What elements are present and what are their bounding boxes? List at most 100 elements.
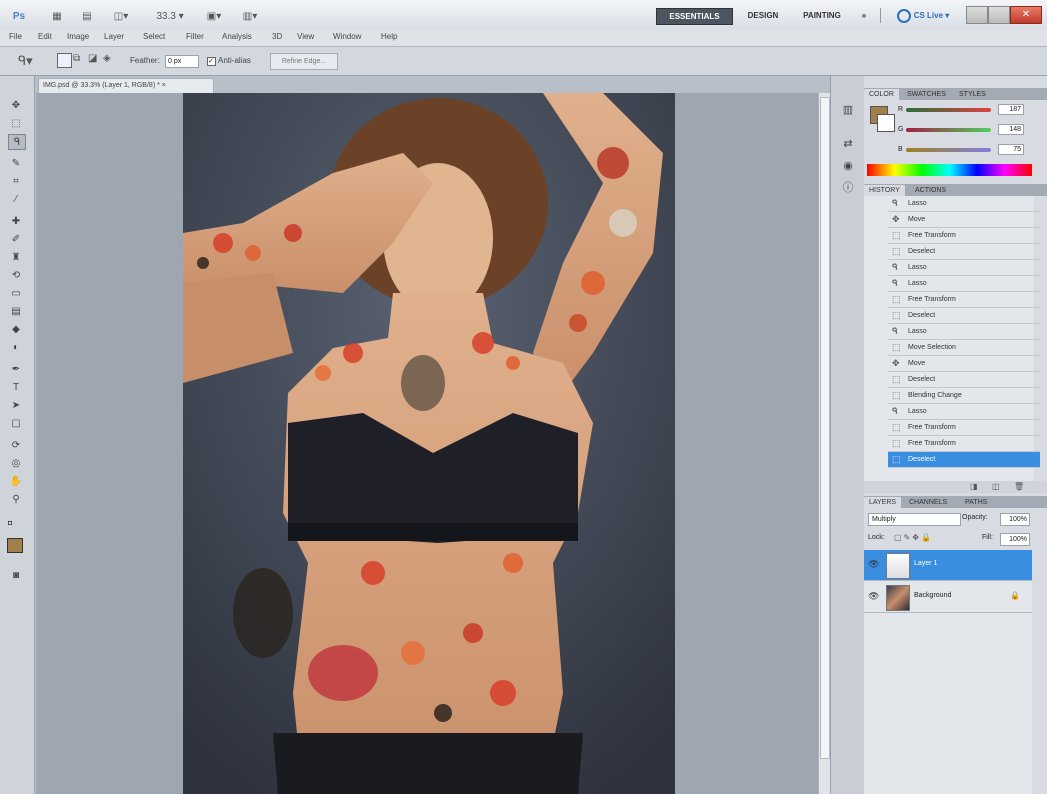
history-item[interactable]: ✥ Move: [888, 356, 1040, 372]
menu-help[interactable]: Help: [381, 32, 397, 41]
visibility-eye-icon[interactable]: 👁: [868, 559, 879, 570]
menu-filter[interactable]: Filter: [186, 32, 204, 41]
masks-icon[interactable]: ◉: [840, 158, 856, 172]
history-item[interactable]: ⬚ Free Transform: [888, 420, 1040, 436]
history-item[interactable]: ⬚ Free Transform: [888, 228, 1040, 244]
history-brush-tool-icon[interactable]: ⟲: [8, 268, 24, 282]
history-item[interactable]: ⬚ Deselect: [888, 372, 1040, 388]
menu-view[interactable]: View: [297, 32, 314, 41]
history-item[interactable]: ⬚ Free Transform: [888, 436, 1040, 452]
brush-tool-icon[interactable]: ✐: [8, 232, 24, 246]
history-item[interactable]: ✥ Move: [888, 212, 1040, 228]
shape-tool-icon[interactable]: ▢: [8, 416, 24, 430]
info-icon[interactable]: ⓘ: [840, 180, 856, 194]
color-background-swatch[interactable]: [877, 114, 895, 132]
create-document-icon[interactable]: ◫: [992, 482, 1000, 491]
b-slider[interactable]: [906, 148, 991, 152]
menu-layer[interactable]: Layer: [104, 32, 124, 41]
history-item[interactable]: ⬚ Free Transform: [888, 292, 1040, 308]
tab-history[interactable]: HISTORY: [864, 185, 905, 196]
foreground-color-swatch[interactable]: [7, 538, 23, 553]
menu-window[interactable]: Window: [333, 32, 361, 41]
history-item[interactable]: ᑫ Lasso: [888, 276, 1040, 292]
adjustments-icon[interactable]: ⇄: [840, 136, 856, 150]
history-item[interactable]: ᑫ Lasso: [888, 196, 1040, 212]
more-workspaces-button[interactable]: »: [858, 8, 870, 23]
eyedropper-tool-icon[interactable]: ⁄: [8, 192, 24, 206]
menu-image[interactable]: Image: [67, 32, 89, 41]
intersect-selection-icon[interactable]: ◈: [103, 53, 111, 64]
crop-tool-icon[interactable]: ⌗: [8, 174, 24, 188]
tab-actions[interactable]: ACTIONS: [910, 185, 951, 196]
type-tool-icon[interactable]: T: [8, 380, 24, 394]
history-item-selected[interactable]: ⬚ Deselect: [888, 452, 1040, 468]
history-item[interactable]: ⬚ Deselect: [888, 308, 1040, 324]
tab-paths[interactable]: PATHS: [960, 497, 992, 508]
history-item[interactable]: ⬚ Move Selection: [888, 340, 1040, 356]
lasso-tool-icon[interactable]: ᑫ: [8, 134, 26, 150]
gradient-tool-icon[interactable]: ▤: [8, 304, 24, 318]
add-to-selection-icon[interactable]: ⧉: [73, 53, 80, 64]
document-image[interactable]: [183, 93, 675, 794]
workspace-painting[interactable]: PAINTING: [794, 8, 850, 23]
history-item[interactable]: ᑫ Lasso: [888, 324, 1040, 340]
move-tool-icon[interactable]: ✥: [8, 98, 24, 112]
fill-input[interactable]: 100%: [1000, 533, 1030, 546]
minimize-button[interactable]: [966, 6, 988, 24]
subtract-from-selection-icon[interactable]: ◪: [88, 53, 97, 64]
r-slider[interactable]: [906, 108, 991, 112]
layer-row-background[interactable]: 👁 Background 🔒: [864, 582, 1032, 613]
screen-mode-icon[interactable]: ▥▾: [236, 7, 264, 25]
dodge-tool-icon[interactable]: ◐: [8, 340, 24, 354]
history-item[interactable]: ⬚ Blending Change: [888, 388, 1040, 404]
histogram-icon[interactable]: ▥: [840, 102, 856, 116]
quick-mask-icon[interactable]: ◙: [8, 568, 24, 582]
menu-3d[interactable]: 3D: [272, 32, 282, 41]
feather-input[interactable]: 0 px: [165, 55, 199, 68]
menu-analysis[interactable]: Analysis: [222, 32, 252, 41]
new-snapshot-icon[interactable]: ◨: [970, 482, 978, 491]
lasso-tool-preset-icon[interactable]: ᑫ▾: [18, 53, 33, 69]
path-selection-tool-icon[interactable]: ➤: [8, 398, 24, 412]
scrollbar-thumb[interactable]: [820, 97, 830, 759]
antialias-checkbox[interactable]: ✓: [207, 57, 216, 66]
spot-healing-tool-icon[interactable]: ✚: [8, 214, 24, 228]
launch-bridge-icon[interactable]: ▦: [48, 7, 66, 25]
trash-icon[interactable]: 🗑: [1014, 482, 1024, 491]
3d-orbit-tool-icon[interactable]: ◎: [8, 456, 24, 470]
menu-select[interactable]: Select: [143, 32, 165, 41]
color-spectrum-ramp[interactable]: [867, 164, 1032, 176]
close-icon[interactable]: ✕: [1010, 6, 1042, 24]
arrange-documents-icon[interactable]: ▣▾: [200, 7, 228, 25]
3d-rotate-tool-icon[interactable]: ⟳: [8, 438, 24, 452]
clone-stamp-tool-icon[interactable]: ♜: [8, 250, 24, 264]
tab-styles[interactable]: STYLES: [954, 89, 991, 100]
layer-row-layer-1[interactable]: 👁 Layer 1: [864, 550, 1032, 581]
vertical-scrollbar[interactable]: [818, 93, 830, 794]
blend-mode-select[interactable]: Multiply: [868, 513, 961, 526]
launch-mini-bridge-icon[interactable]: ▤: [78, 7, 96, 25]
eraser-tool-icon[interactable]: ▭: [8, 286, 24, 300]
view-extras-icon[interactable]: ◫▾: [108, 7, 134, 25]
pen-tool-icon[interactable]: ✒: [8, 362, 24, 376]
workspace-design[interactable]: DESIGN: [738, 8, 788, 23]
b-value-input[interactable]: 75: [998, 144, 1024, 155]
history-item[interactable]: ⬚ Deselect: [888, 244, 1040, 260]
default-colors-icon[interactable]: ◘: [8, 520, 12, 527]
blur-tool-icon[interactable]: ◆: [8, 322, 24, 336]
visibility-eye-icon[interactable]: 👁: [868, 591, 879, 602]
maximize-button[interactable]: [988, 6, 1010, 24]
tab-swatches[interactable]: SWATCHES: [902, 89, 951, 100]
history-item[interactable]: ᑫ Lasso: [888, 404, 1040, 420]
menu-edit[interactable]: Edit: [38, 32, 52, 41]
cs-live-button[interactable]: CS Live ▾: [892, 8, 954, 23]
workspace-essentials[interactable]: ESSENTIALS: [656, 8, 733, 25]
g-value-input[interactable]: 148: [998, 124, 1024, 135]
history-item[interactable]: ᑫ Lasso: [888, 260, 1040, 276]
r-value-input[interactable]: 187: [998, 104, 1024, 115]
document-tab[interactable]: IMG.psd @ 33.3% (Layer 1, RGB/8) * ×: [38, 78, 214, 93]
new-selection-icon[interactable]: [57, 53, 72, 68]
hand-tool-icon[interactable]: ✋: [8, 474, 24, 488]
quick-selection-tool-icon[interactable]: ✎: [8, 156, 24, 170]
marquee-tool-icon[interactable]: ⬚: [8, 116, 24, 130]
